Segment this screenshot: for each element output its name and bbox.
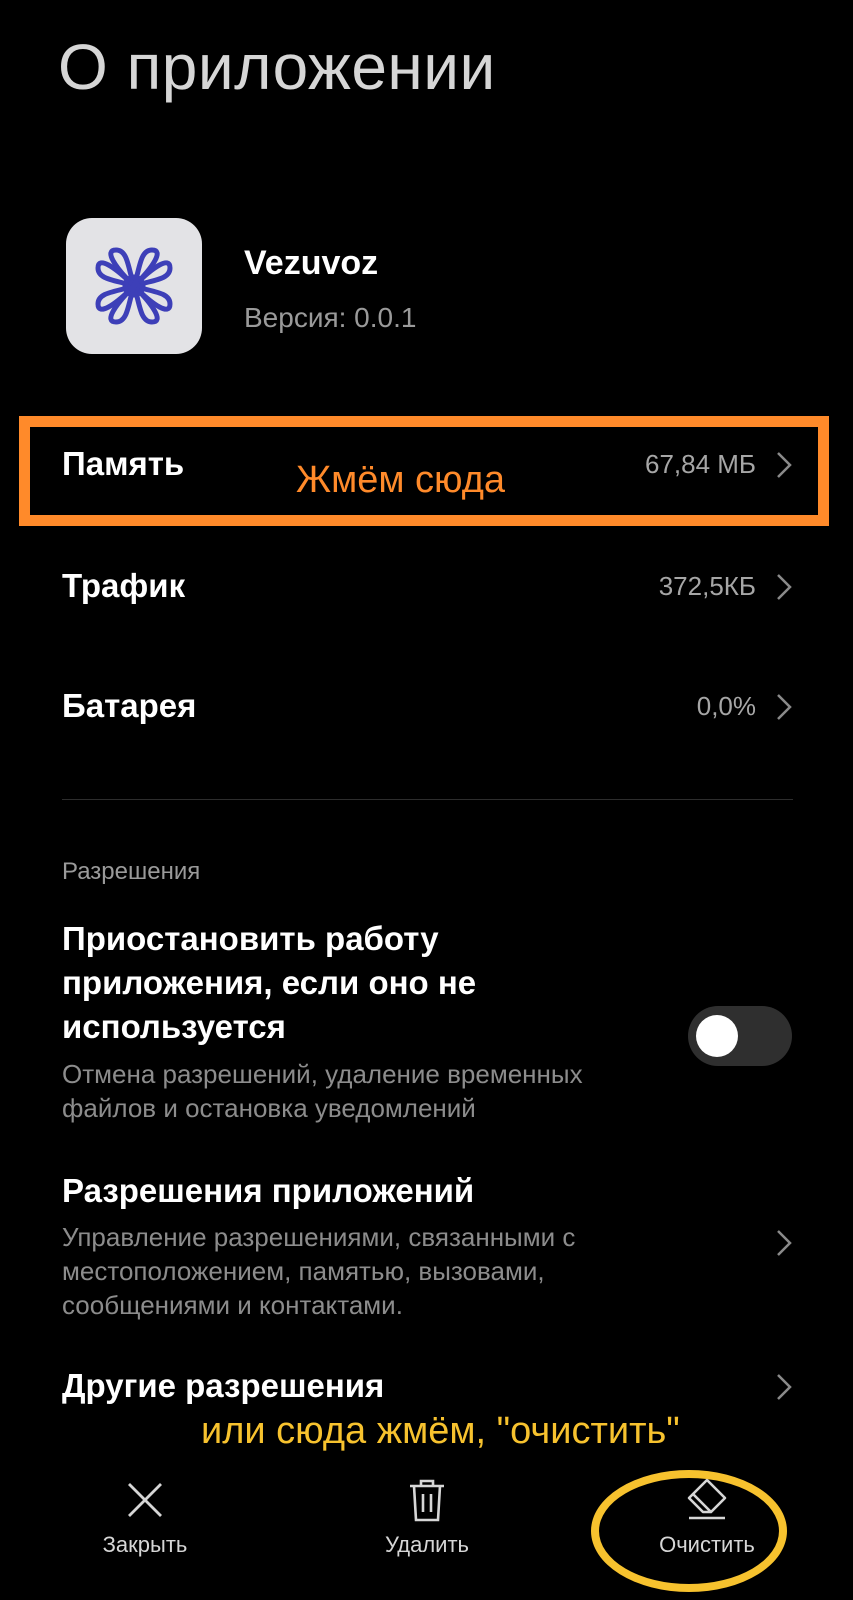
pause-app-title: Приостановить работу приложения, если он…	[62, 920, 477, 1045]
pause-app-toggle[interactable]	[688, 1006, 792, 1066]
page-title: О приложении	[58, 31, 496, 103]
app-header: Vezuvoz Версия: 0.0.1	[66, 218, 786, 354]
traffic-row[interactable]: Трафик 372,5КБ	[0, 537, 853, 637]
memory-value: 67,84 МБ	[644, 449, 756, 479]
clear-button[interactable]: Очистить	[627, 1476, 787, 1586]
memory-label: Память	[62, 445, 185, 482]
app-name: Vezuvoz	[244, 244, 379, 282]
chevron-right-icon	[777, 574, 792, 600]
chevron-right-icon	[777, 452, 792, 478]
delete-label: Удалить	[385, 1532, 469, 1557]
battery-value: 0,0%	[696, 691, 756, 721]
delete-button[interactable]: Удалить	[347, 1476, 507, 1586]
other-permissions-title: Другие разрешения	[62, 1367, 385, 1404]
app-permissions-title: Разрешения приложений	[62, 1172, 475, 1209]
battery-row[interactable]: Батарея 0,0%	[0, 657, 853, 757]
chevron-right-icon	[777, 1374, 792, 1400]
clear-hint-annotation: или сюда жмём, "очистить"	[201, 1410, 680, 1452]
app-info-screen: О приложении Vezuvoz Версия: 0.0.1 Памят…	[0, 0, 853, 1600]
traffic-value: 372,5КБ	[658, 571, 756, 601]
close-icon	[128, 1483, 162, 1517]
chevron-right-icon	[777, 1230, 792, 1256]
battery-label: Батарея	[62, 687, 197, 724]
close-button[interactable]: Закрыть	[65, 1476, 225, 1586]
app-logo-knot-icon	[66, 218, 202, 354]
permissions-section-label: Разрешения	[62, 858, 201, 885]
memory-hint-annotation: Жмём сюда	[296, 459, 505, 501]
app-permissions-description: Управление разрешениями, связанными с ме…	[62, 1222, 576, 1320]
close-label: Закрыть	[102, 1532, 188, 1557]
app-version: Версия: 0.0.1	[244, 302, 417, 333]
chevron-right-icon	[777, 694, 792, 720]
pause-app-description: Отмена разрешений, удаление временных фа…	[62, 1059, 583, 1123]
clear-label: Очистить	[659, 1532, 755, 1557]
toggle-knob	[696, 1015, 738, 1057]
eraser-icon	[687, 1478, 727, 1520]
trash-icon	[410, 1479, 444, 1522]
section-divider	[62, 799, 793, 800]
traffic-label: Трафик	[62, 567, 186, 604]
